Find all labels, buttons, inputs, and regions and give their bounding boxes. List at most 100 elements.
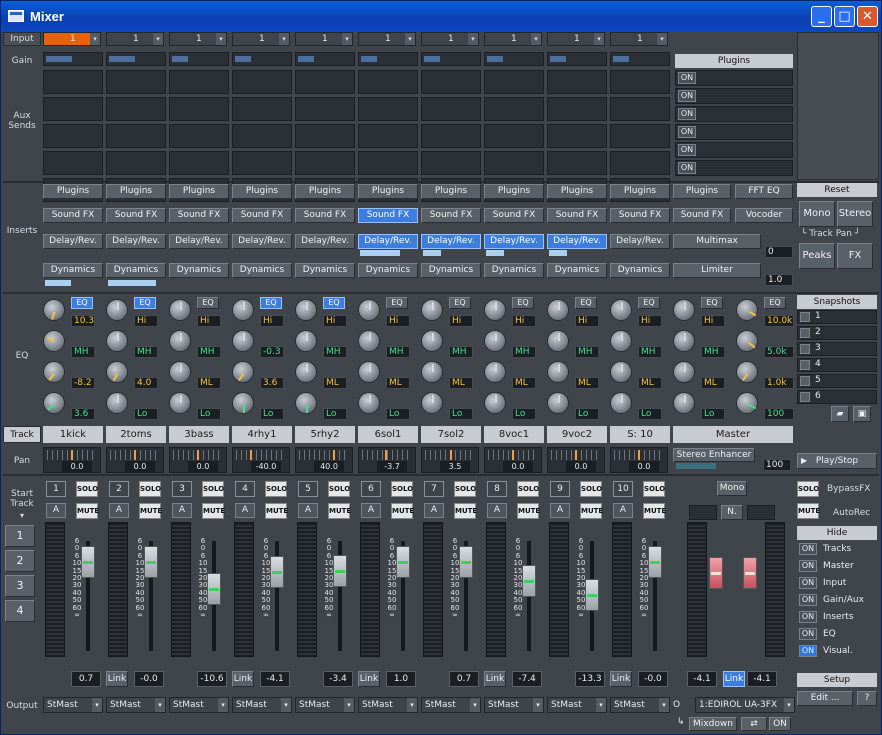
link-button[interactable]: Link (358, 671, 380, 687)
plugins-button[interactable]: Plugins (421, 184, 481, 199)
eq-ml-knob[interactable] (232, 361, 254, 383)
hide-toggle[interactable]: ON (799, 611, 817, 623)
eq-hi-knob[interactable] (547, 299, 569, 321)
start-track-button[interactable]: 1 (5, 525, 35, 547)
hide-toggle[interactable]: ON (799, 543, 817, 555)
eq-mh-knob[interactable] (295, 330, 317, 352)
output-select[interactable]: StMast ▾ (547, 697, 607, 713)
dropdown-arrow-icon[interactable]: ▾ (596, 698, 606, 712)
eq-lo-knob[interactable] (610, 392, 632, 414)
plugin-on-toggle[interactable]: ON (678, 72, 696, 84)
solo-button[interactable]: SOLO (643, 481, 665, 497)
dropdown-arrow-icon[interactable]: ▾ (594, 33, 604, 45)
stereo-enhancer-button[interactable]: Stereo Enhancer (673, 448, 755, 462)
snapshot-checkbox[interactable] (800, 344, 810, 354)
aux-send-slot[interactable] (43, 70, 103, 94)
aux-send-slot[interactable] (547, 124, 607, 148)
aux-send-slot[interactable] (421, 97, 481, 121)
delay-rev-button[interactable]: Delay/Rev. (295, 234, 355, 249)
link-button[interactable]: Link (484, 671, 506, 687)
aux-send-slot[interactable] (106, 151, 166, 175)
solo-button[interactable]: SOLO (76, 481, 98, 497)
snapshot-checkbox[interactable] (800, 360, 810, 370)
hide-toggle[interactable]: ON (799, 560, 817, 572)
dynamics-button[interactable]: Dynamics (358, 263, 418, 278)
snapshot-checkbox[interactable] (800, 312, 810, 322)
solo-button[interactable]: SOLO (265, 481, 287, 497)
aux-send-slot[interactable] (43, 97, 103, 121)
volume-fader[interactable] (270, 556, 284, 589)
dynamics-button[interactable]: Dynamics (295, 263, 355, 278)
plugin-on-toggle[interactable]: ON (678, 162, 696, 174)
eq-button[interactable]: EQ (638, 297, 660, 309)
eq-button[interactable]: EQ (134, 297, 156, 309)
aux-send-slot[interactable] (295, 151, 355, 175)
eq-lo-knob[interactable] (106, 392, 128, 414)
aux-send-slot[interactable] (43, 124, 103, 148)
automation-button[interactable]: A (172, 503, 192, 518)
track-number[interactable]: 10 (613, 481, 633, 497)
volume-fader[interactable] (648, 546, 662, 578)
eq-hi-knob[interactable] (232, 299, 254, 321)
eq-hi-knob[interactable] (484, 299, 506, 321)
aux-send-slot[interactable] (358, 70, 418, 94)
pan-control[interactable]: 0.0 (43, 447, 101, 473)
pan-control[interactable]: 0.0 (610, 447, 668, 473)
mute-master-button[interactable]: MUTE (797, 503, 820, 519)
automation-button[interactable]: A (235, 503, 255, 518)
volume-fader[interactable] (522, 564, 536, 597)
aux-send-slot[interactable] (43, 151, 103, 175)
link-button[interactable]: Link (106, 671, 128, 687)
eq-button[interactable]: EQ (197, 297, 219, 309)
snapshot-checkbox[interactable] (800, 328, 810, 338)
aux-send-slot[interactable] (421, 151, 481, 175)
aux-send-slot[interactable] (547, 97, 607, 121)
automation-button[interactable]: A (46, 503, 66, 518)
dropdown-arrow-icon[interactable]: ▾ (657, 33, 667, 45)
delay-rev-button[interactable]: Delay/Rev. (610, 234, 670, 249)
dropdown-arrow-icon[interactable]: ▾ (218, 698, 228, 712)
track-number[interactable]: 8 (487, 481, 507, 497)
aux-send-slot[interactable] (232, 151, 292, 175)
snapshot-checkbox[interactable] (800, 392, 810, 402)
aux-send-slot[interactable] (232, 97, 292, 121)
solo-button[interactable]: SOLO (139, 481, 161, 497)
minimize-button[interactable]: _ (811, 6, 832, 27)
vocoder-button[interactable]: Vocoder (735, 208, 793, 223)
output-select[interactable]: StMast ▾ (358, 697, 418, 713)
mixdown-on-button[interactable]: ON (769, 717, 791, 731)
output-select[interactable]: StMast ▾ (295, 697, 355, 713)
dynamics-button[interactable]: Dynamics (43, 263, 103, 278)
output-select[interactable]: StMast ▾ (610, 697, 670, 713)
eq-mh-knob[interactable] (106, 330, 128, 352)
open-folder-icon[interactable]: ▰ (831, 406, 849, 422)
dropdown-arrow-icon[interactable]: ▾ (216, 33, 226, 45)
eq-lo-knob[interactable] (232, 392, 254, 414)
track-number[interactable]: 7 (424, 481, 444, 497)
dropdown-arrow-icon[interactable]: ▾ (784, 698, 794, 712)
aux-send-slot[interactable] (421, 124, 481, 148)
track-number[interactable]: 9 (550, 481, 570, 497)
eq-button[interactable]: EQ (512, 297, 534, 309)
hide-toggle[interactable]: ON (799, 628, 817, 640)
dropdown-arrow-icon[interactable]: ▾ (155, 698, 165, 712)
start-track-button[interactable]: 4 (5, 600, 35, 622)
track-number[interactable]: 3 (172, 481, 192, 497)
eq-button[interactable]: EQ (764, 297, 786, 309)
dynamics-button[interactable]: Dynamics (232, 263, 292, 278)
delay-rev-button[interactable]: Delay/Rev. (106, 234, 166, 249)
hide-toggle[interactable]: ON (799, 645, 817, 657)
aux-send-slot[interactable] (232, 70, 292, 94)
master-output-select[interactable]: 1:EDIROL UA-3FX ▾ (695, 697, 795, 713)
delay-rev-button[interactable]: Delay/Rev. (484, 234, 544, 249)
dynamics-button[interactable]: Dynamics (547, 263, 607, 278)
aux-send-slot[interactable] (610, 124, 670, 148)
aux-send-slot[interactable] (169, 124, 229, 148)
dropdown-arrow-icon[interactable]: ▾ (533, 698, 543, 712)
eq-mh-knob[interactable] (232, 330, 254, 352)
snapshot-checkbox[interactable] (800, 376, 810, 386)
eq-mh-knob[interactable] (673, 330, 695, 352)
pan-control[interactable]: -3.7 (358, 447, 416, 473)
delay-rev-button[interactable]: Delay/Rev. (421, 234, 481, 249)
aux-send-slot[interactable] (295, 70, 355, 94)
